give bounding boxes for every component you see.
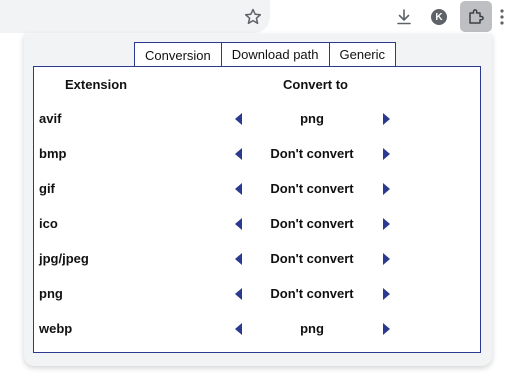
previous-option-arrow-icon[interactable] <box>234 287 244 300</box>
next-option-arrow-icon[interactable] <box>381 217 391 230</box>
tab-bar: Conversion Download path Generic <box>134 42 397 67</box>
tab-generic[interactable]: Generic <box>328 42 397 66</box>
next-option-arrow-icon[interactable] <box>381 287 391 300</box>
convert-target-value: Don't convert <box>270 251 354 266</box>
previous-option-arrow-icon[interactable] <box>234 112 244 125</box>
next-option-arrow-icon[interactable] <box>381 182 391 195</box>
convert-target-value: png <box>300 321 324 336</box>
extension-label: avif <box>39 111 62 126</box>
extension-label: jpg/jpeg <box>39 251 89 266</box>
browser-toolbar: K <box>0 0 511 34</box>
convert-target-value: Don't convert <box>270 181 354 196</box>
kebab-menu-icon[interactable] <box>494 5 510 29</box>
conversion-row: jpg/jpeg Don't convert <box>34 248 480 268</box>
conversion-row: ico Don't convert <box>34 213 480 233</box>
puzzle-icon <box>469 8 484 24</box>
extension-column-header: Extension <box>65 77 128 92</box>
conversion-row: gif Don't convert <box>34 178 480 198</box>
extension-label: bmp <box>39 146 67 161</box>
conversion-row: bmp Don't convert <box>34 143 480 163</box>
next-option-arrow-icon[interactable] <box>381 252 391 265</box>
previous-option-arrow-icon[interactable] <box>234 147 244 160</box>
previous-option-arrow-icon[interactable] <box>234 182 244 195</box>
previous-option-arrow-icon[interactable] <box>234 252 244 265</box>
convert-target-value: Don't convert <box>270 216 354 231</box>
conversion-row: png Don't convert <box>34 283 480 303</box>
address-bar[interactable] <box>0 0 270 33</box>
extension-label: png <box>39 286 63 301</box>
next-option-arrow-icon[interactable] <box>381 322 391 335</box>
previous-option-arrow-icon[interactable] <box>234 217 244 230</box>
extension-popup: Conversion Download path Generic Extensi… <box>24 34 492 366</box>
download-icon[interactable] <box>392 5 416 29</box>
previous-option-arrow-icon[interactable] <box>234 322 244 335</box>
conversion-row: webp png <box>34 318 480 338</box>
convert-column-header: Convert to <box>283 77 348 92</box>
conversion-row: avif png <box>34 108 480 128</box>
extension-label: ico <box>39 216 58 231</box>
conversion-panel: Extension Convert to avif png bmp Don't con… <box>33 66 481 353</box>
extension-label: webp <box>39 321 73 336</box>
tab-conversion[interactable]: Conversion <box>134 42 222 67</box>
bookmark-star-icon[interactable] <box>241 5 265 29</box>
tab-download-path[interactable]: Download path <box>220 42 330 66</box>
extension-label: gif <box>39 181 55 196</box>
convert-target-value: Don't convert <box>270 286 354 301</box>
extension-puzzle-button[interactable] <box>460 1 492 32</box>
convert-target-value: png <box>300 111 324 126</box>
convert-target-value: Don't convert <box>270 146 354 161</box>
profile-avatar[interactable]: K <box>431 9 447 25</box>
next-option-arrow-icon[interactable] <box>381 112 391 125</box>
next-option-arrow-icon[interactable] <box>381 147 391 160</box>
